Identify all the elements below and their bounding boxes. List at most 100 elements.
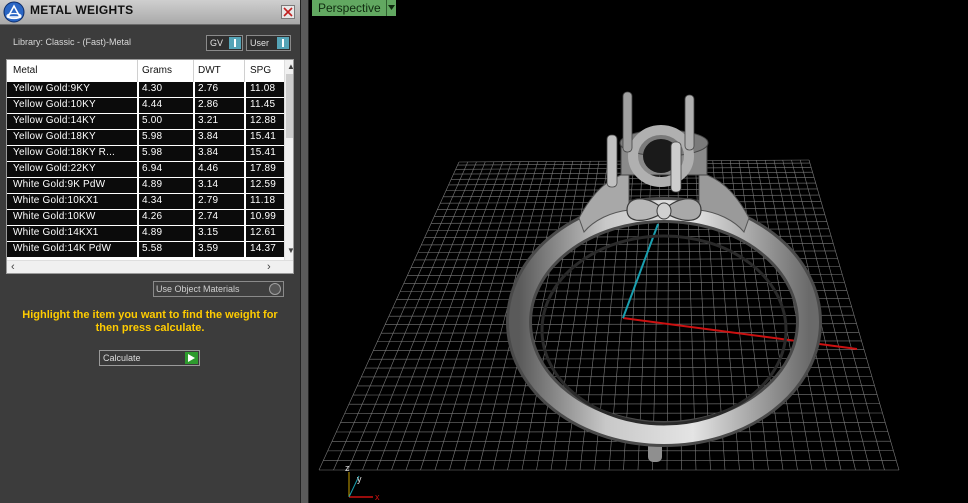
gv-dropdown-label: GV — [210, 38, 224, 48]
cell-metal: White Gold:14KX1 — [13, 227, 99, 238]
cell-metal: White Gold:10KX1 — [13, 195, 99, 206]
table-header: Metal Grams DWT SPG — [7, 60, 284, 82]
cell-spg: 10.99 — [250, 211, 277, 222]
metal-weights-panel: METAL WEIGHTS Library: Classic - (Fast)-… — [0, 0, 300, 503]
cell-grams: 4.34 — [142, 195, 163, 206]
cell-dwt: 3.84 — [198, 147, 219, 158]
cell-metal: Yellow Gold:9KY — [13, 83, 91, 94]
metal-table: Metal Grams DWT SPG Yellow Gold:9KY 4.30 2… — [6, 59, 294, 274]
gizmo-y-label: y — [357, 474, 362, 484]
scroll-left-icon[interactable]: ‹ — [11, 262, 15, 273]
column-header-dwt[interactable]: DWT — [198, 65, 221, 76]
cell-dwt: 3.59 — [198, 243, 219, 254]
scroll-right-icon[interactable]: › — [267, 262, 271, 273]
ring-model — [506, 91, 822, 462]
vertical-scrollbar[interactable]: ▲ ▼ — [284, 60, 293, 260]
cell-spg: 15.41 — [250, 131, 277, 142]
cell-metal: Yellow Gold:22KY — [13, 163, 96, 174]
cell-spg: 15.41 — [250, 147, 277, 158]
cell-spg: 11.18 — [250, 195, 276, 206]
vertical-scroll-thumb[interactable] — [286, 74, 293, 138]
cell-dwt: 2.76 — [198, 83, 219, 94]
column-header-grams[interactable]: Grams — [142, 65, 172, 76]
cell-grams: 5.98 — [142, 131, 163, 142]
use-object-materials-label: Use Object Materials — [156, 284, 240, 294]
cell-grams: 5.00 — [142, 115, 163, 126]
view-name: Perspective — [318, 1, 381, 15]
cell-spg: 12.61 — [250, 227, 277, 238]
gizmo-x-label: x — [375, 492, 380, 502]
cell-spg: 11.45 — [250, 99, 276, 110]
table-row[interactable]: White Gold:9K PdW 4.89 3.14 12.59 — [7, 178, 284, 193]
scroll-down-icon[interactable]: ▼ — [287, 246, 293, 256]
table-row[interactable]: Yellow Gold:18KY 5.98 3.84 15.41 — [7, 130, 284, 145]
table-row[interactable]: Yellow Gold:9KY 4.30 2.76 11.08 — [7, 82, 284, 97]
chevron-down-icon — [388, 5, 395, 10]
scroll-up-icon[interactable]: ▲ — [287, 62, 293, 72]
user-dropdown[interactable]: User — [246, 35, 291, 51]
perspective-view-button[interactable]: Perspective — [312, 0, 387, 16]
cell-dwt: 2.86 — [198, 99, 219, 110]
table-body: Yellow Gold:9KY 4.30 2.76 11.08 Yellow Gold:… — [7, 82, 284, 260]
toggle-icon — [269, 283, 281, 295]
hint-text: Highlight the item you want to find the … — [22, 309, 278, 334]
cell-grams: 6.94 — [142, 163, 163, 174]
cell-spg: 14.37 — [250, 243, 277, 254]
close-icon — [283, 7, 293, 17]
dropdown-arrow-icon — [277, 37, 289, 49]
cell-grams: 4.89 — [142, 179, 163, 190]
axis-gizmo: z y x — [345, 463, 380, 502]
panel-divider[interactable] — [300, 0, 309, 503]
cell-spg: 12.88 — [250, 115, 277, 126]
user-dropdown-label: User — [250, 38, 270, 48]
cell-spg: 12.59 — [250, 179, 277, 190]
cell-metal: White Gold:9K PdW — [13, 179, 106, 190]
cell-grams: 5.58 — [142, 243, 163, 254]
cell-grams: 5.98 — [142, 147, 163, 158]
cell-spg: 17.89 — [250, 163, 277, 174]
dropdown-arrow-icon — [229, 37, 241, 49]
table-row[interactable]: White Gold:10KX1 4.34 2.79 11.18 — [7, 194, 284, 209]
cell-metal: Yellow Gold:18KY R... — [13, 147, 116, 158]
table-row[interactable]: White Gold:14K PdW 5.58 3.59 14.37 — [7, 242, 284, 257]
cell-metal: White Gold:14K PdW — [13, 243, 112, 254]
panel-title: METAL WEIGHTS — [30, 3, 134, 17]
cell-dwt: 3.15 — [198, 227, 219, 238]
column-header-spg[interactable]: SPG — [250, 65, 271, 76]
cell-grams: 4.26 — [142, 211, 163, 222]
column-header-metal[interactable]: Metal — [13, 65, 37, 76]
scene-canvas: z y x — [318, 91, 900, 502]
table-row[interactable]: Yellow Gold:10KY 4.44 2.86 11.45 — [7, 98, 284, 113]
cell-metal: Yellow Gold:14KY — [13, 115, 96, 126]
cell-grams: 4.89 — [142, 227, 163, 238]
close-button[interactable] — [281, 5, 295, 19]
cell-grams: 4.44 — [142, 99, 163, 110]
cell-grams: 4.30 — [142, 83, 163, 94]
view-dropdown-button[interactable] — [386, 0, 396, 16]
panel-header: METAL WEIGHTS — [0, 0, 300, 25]
cell-spg: 11.08 — [250, 83, 276, 94]
cell-dwt: 3.84 — [198, 131, 219, 142]
gizmo-z-label: z — [345, 463, 350, 473]
app-logo-icon — [3, 1, 25, 23]
cell-dwt: 3.21 — [198, 115, 219, 126]
calculate-button[interactable]: Calculate — [99, 350, 200, 366]
table-row[interactable]: Yellow Gold:22KY 6.94 4.46 17.89 — [7, 162, 284, 177]
cell-dwt: 2.74 — [198, 211, 219, 222]
3d-viewport[interactable]: z y x Perspective — [309, 0, 968, 503]
library-label: Library: Classic - (Fast)-Metal — [13, 37, 132, 47]
cell-dwt: 4.46 — [198, 163, 219, 174]
play-icon — [185, 352, 198, 364]
gv-dropdown[interactable]: GV — [206, 35, 243, 51]
table-row[interactable]: White Gold:10KW 4.26 2.74 10.99 — [7, 210, 284, 225]
use-object-materials-toggle[interactable]: Use Object Materials — [153, 281, 284, 297]
cell-metal: Yellow Gold:10KY — [13, 99, 96, 110]
horizontal-scrollbar[interactable]: ‹ › — [7, 260, 293, 273]
table-row[interactable]: Yellow Gold:14KY 5.00 3.21 12.88 — [7, 114, 284, 129]
calculate-label: Calculate — [103, 353, 141, 363]
table-row[interactable]: Yellow Gold:18KY R... 5.98 3.84 15.41 — [7, 146, 284, 161]
cell-metal: White Gold:10KW — [13, 211, 96, 222]
cell-dwt: 2.79 — [198, 195, 219, 206]
table-row[interactable]: White Gold:14KX1 4.89 3.15 12.61 — [7, 226, 284, 241]
cell-metal: Yellow Gold:18KY — [13, 131, 96, 142]
